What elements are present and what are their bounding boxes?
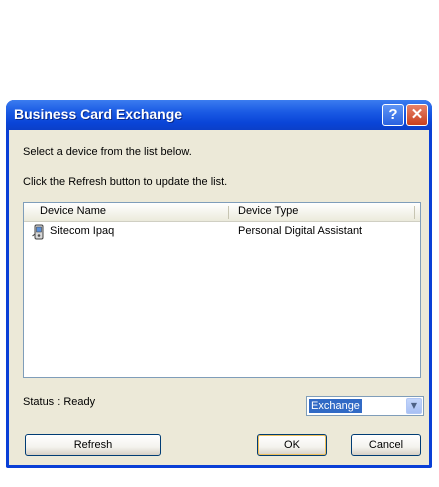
- list-item[interactable]: Sitecom Ipaq Personal Digital Assistant: [24, 223, 420, 241]
- instruction-refresh: Click the Refresh button to update the l…: [23, 176, 228, 188]
- status-text: Status : Ready: [23, 396, 96, 408]
- chevron-down-icon: ▼: [410, 401, 418, 410]
- column-header-device-name[interactable]: Device Name: [40, 205, 106, 217]
- device-list-header: Device Name Device Type: [24, 203, 420, 222]
- cancel-button[interactable]: Cancel: [351, 434, 421, 456]
- help-icon: ?: [388, 106, 398, 123]
- column-divider[interactable]: [228, 206, 229, 219]
- help-button[interactable]: ?: [382, 104, 404, 126]
- close-icon: ✕: [410, 106, 424, 123]
- business-card-exchange-dialog: Business Card Exchange ? ✕ Select a devi…: [6, 100, 432, 468]
- dropdown-arrow[interactable]: ▼: [406, 398, 422, 414]
- title-bar[interactable]: Business Card Exchange ? ✕: [6, 100, 432, 130]
- refresh-button[interactable]: Refresh: [25, 434, 161, 456]
- mode-select-value: Exchange: [309, 399, 362, 413]
- device-type-cell: Personal Digital Assistant: [238, 225, 363, 237]
- ok-button[interactable]: OK: [257, 434, 327, 456]
- close-button[interactable]: ✕: [406, 104, 428, 126]
- window-title: Business Card Exchange: [14, 106, 183, 122]
- pda-device-icon: [32, 224, 44, 240]
- column-header-device-type[interactable]: Device Type: [238, 205, 298, 217]
- instruction-select-device: Select a device from the list below.: [23, 146, 192, 158]
- device-name-cell: Sitecom Ipaq: [50, 225, 115, 237]
- column-divider[interactable]: [414, 206, 415, 219]
- mode-select[interactable]: Exchange ▼: [306, 396, 424, 416]
- device-list[interactable]: Device Name Device Type Sitecom Ipaq Per…: [23, 202, 421, 378]
